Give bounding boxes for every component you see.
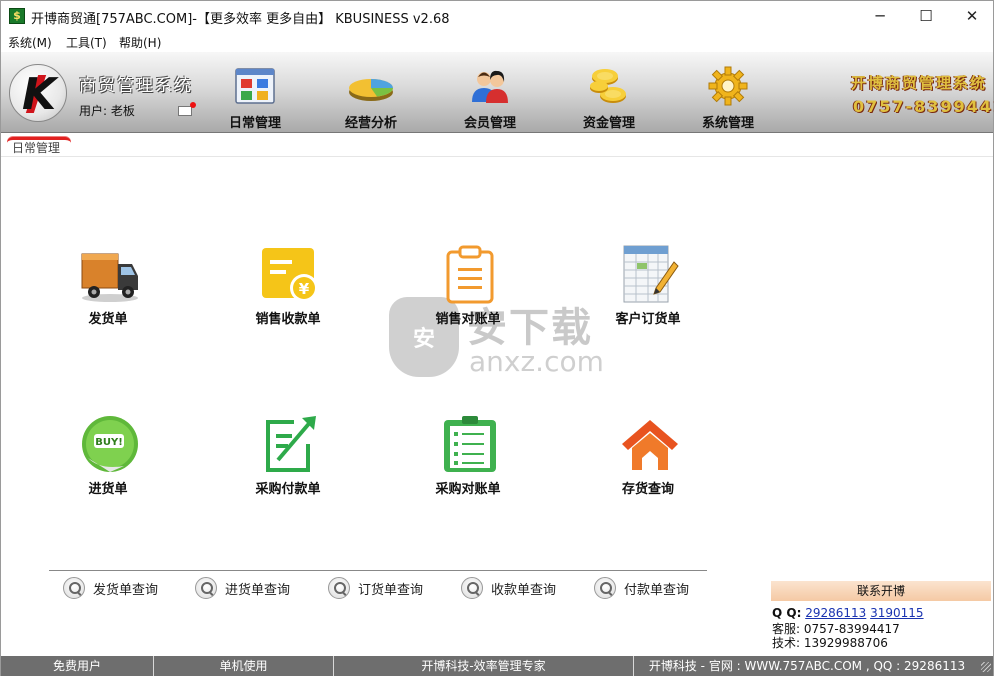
brand-name: 开博商贸管理系统: [851, 74, 988, 92]
brand-phone: 0757-83994417: [853, 97, 994, 116]
search-icon: [594, 577, 616, 599]
nav-funds-management[interactable]: 资金管理: [561, 66, 657, 131]
truck-icon: [81, 253, 138, 302]
contact-title: 联系开博: [771, 581, 991, 601]
query-label: 付款单查询: [624, 583, 690, 598]
app-icon: $: [9, 8, 25, 24]
pie-chart-icon: [349, 79, 393, 101]
buy-tag-icon: BUY!: [82, 416, 138, 472]
gear-icon: [708, 66, 748, 106]
status-slogan: 开博科技-效率管理专家: [334, 656, 634, 676]
tile-label: 采购对账单: [435, 482, 501, 497]
tile-sales-receipt[interactable]: ¥ 销售收款单: [228, 244, 348, 344]
payment-arrow-icon: [266, 416, 316, 472]
contact-qq: Q Q: 29286113 3190115: [772, 606, 924, 620]
system-name: 商贸管理系统: [79, 76, 193, 96]
nav-label: 系统管理: [701, 116, 754, 131]
tile-label: 采购付款单: [255, 482, 321, 497]
contact-tech: 技术: 13929988706: [772, 636, 888, 650]
checklist-icon: [444, 416, 496, 472]
query-label: 订货单查询: [358, 583, 424, 598]
tile-label: 销售对账单: [435, 312, 501, 327]
nav-daily-management[interactable]: 日常管理: [207, 66, 303, 131]
tile-label: 存货查询: [621, 482, 674, 497]
close-button[interactable]: ✕: [949, 1, 994, 32]
house-icon: [622, 420, 678, 470]
company-logo: K: [9, 64, 67, 122]
tile-inventory-query[interactable]: 存货查询: [588, 414, 708, 514]
mail-icon[interactable]: [178, 102, 196, 116]
title-bar: $ 开博商贸通[757ABC.COM]-【更多效率 更多自由】 KBUSINES…: [1, 1, 993, 32]
header-banner: K 商贸管理系统 用户: 老板 日常管理 经营分析 会员管理 资金管理 系统管理…: [1, 52, 994, 133]
tile-purchase-order[interactable]: BUY! 进货单: [48, 414, 168, 514]
nav-member-management[interactable]: 会员管理: [442, 66, 538, 131]
spreadsheet-pen-icon: [623, 245, 679, 303]
status-license: 免费用户: [1, 656, 154, 676]
tab-divider: [1, 156, 993, 157]
qq-link-1[interactable]: 29286113: [805, 606, 866, 620]
minimize-button[interactable]: ─: [857, 1, 903, 32]
nav-label: 资金管理: [582, 116, 635, 131]
window-title: 开博商贸通[757ABC.COM]-【更多效率 更多自由】 KBUSINESS …: [31, 12, 450, 27]
query-divider: [49, 570, 707, 571]
nav-business-analysis[interactable]: 经营分析: [323, 66, 419, 131]
query-label: 发货单查询: [93, 583, 159, 598]
search-icon: [461, 577, 483, 599]
search-icon: [195, 577, 217, 599]
status-mode: 单机使用: [154, 656, 334, 676]
tile-label: 发货单: [88, 312, 128, 327]
menu-bar: 系统(M) 工具(T) 帮助(H): [1, 32, 993, 52]
search-icon: [328, 577, 350, 599]
status-website: 开博科技 - 官网 : WWW.757ABC.COM , QQ : 292861…: [648, 659, 966, 673]
svg-text:BUY!: BUY!: [95, 437, 123, 448]
nav-system-management[interactable]: 系统管理: [680, 66, 776, 131]
app-window: $ 开博商贸通[757ABC.COM]-【更多效率 更多自由】 KBUSINES…: [0, 0, 994, 676]
qq-link-2[interactable]: 3190115: [870, 606, 923, 620]
tile-label: 客户订货单: [615, 312, 681, 327]
members-icon: [472, 70, 508, 103]
menu-system[interactable]: 系统(M): [8, 34, 52, 51]
tile-sales-statement[interactable]: 销售对账单: [408, 244, 528, 344]
svg-text:¥: ¥: [299, 280, 310, 298]
resize-grip-icon[interactable]: [981, 662, 991, 672]
current-user: 用户: 老板: [79, 104, 135, 118]
tile-delivery-order[interactable]: 发货单: [48, 244, 168, 344]
qq-label: Q Q:: [772, 606, 802, 620]
menu-help[interactable]: 帮助(H): [119, 34, 161, 51]
clipboard-icon: [446, 245, 494, 304]
yuan-receipt-icon: ¥: [262, 248, 318, 302]
grid-window-icon: [235, 68, 275, 104]
query-label: 进货单查询: [225, 583, 291, 598]
tab-daily-management[interactable]: 日常管理: [7, 137, 71, 157]
tile-label: 销售收款单: [255, 312, 321, 327]
nav-label: 经营分析: [344, 116, 397, 131]
logo-letter: K: [22, 69, 57, 120]
nav-label: 日常管理: [228, 116, 281, 131]
tile-label: 进货单: [88, 482, 128, 497]
tile-customer-order[interactable]: 客户订货单: [588, 244, 708, 344]
search-icon: [63, 577, 85, 599]
menu-tools[interactable]: 工具(T): [66, 34, 107, 51]
tile-purchase-statement[interactable]: 采购对账单: [408, 414, 528, 514]
nav-label: 会员管理: [463, 116, 516, 131]
watermark-domain: anxz.com: [469, 345, 604, 378]
query-label: 收款单查询: [491, 583, 557, 598]
coins-icon: [590, 69, 626, 103]
tile-purchase-payment[interactable]: 采购付款单: [228, 414, 348, 514]
maximize-button[interactable]: ☐: [903, 1, 949, 32]
status-bar: 免费用户 单机使用 开博科技-效率管理专家 开博科技 - 官网 : WWW.75…: [1, 656, 993, 676]
